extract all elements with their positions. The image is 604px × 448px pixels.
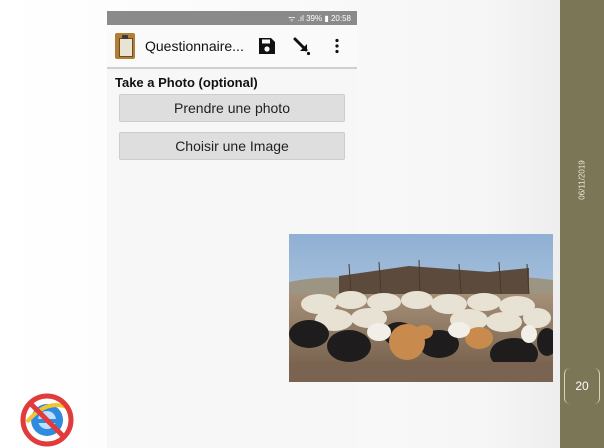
sheep-photo	[289, 234, 553, 382]
slide-page-number: 20	[564, 368, 600, 404]
question-label: Take a Photo (optional)	[115, 75, 258, 90]
save-icon[interactable]	[256, 34, 279, 58]
take-photo-button[interactable]: Prendre une photo	[119, 94, 345, 122]
clipboard-icon	[115, 33, 135, 59]
no-internet-explorer-icon	[17, 392, 77, 448]
sheep-photo-image	[289, 234, 553, 382]
slide-date: 06/11/2019	[577, 160, 587, 200]
status-bar-text: ᯤ .ıl 39% ▮ 20:58	[288, 13, 351, 23]
phone-screenshot: ᯤ .ıl 39% ▮ 20:58 Questionnaire... Take …	[107, 11, 357, 448]
more-vert-icon[interactable]	[326, 34, 349, 58]
choose-image-button[interactable]: Choisir une Image	[119, 132, 345, 160]
status-bar: ᯤ .ıl 39% ▮ 20:58	[107, 11, 357, 25]
send-arrow-icon[interactable]	[291, 34, 314, 58]
app-title: Questionnaire...	[145, 38, 244, 54]
app-bar: Questionnaire...	[107, 25, 357, 69]
